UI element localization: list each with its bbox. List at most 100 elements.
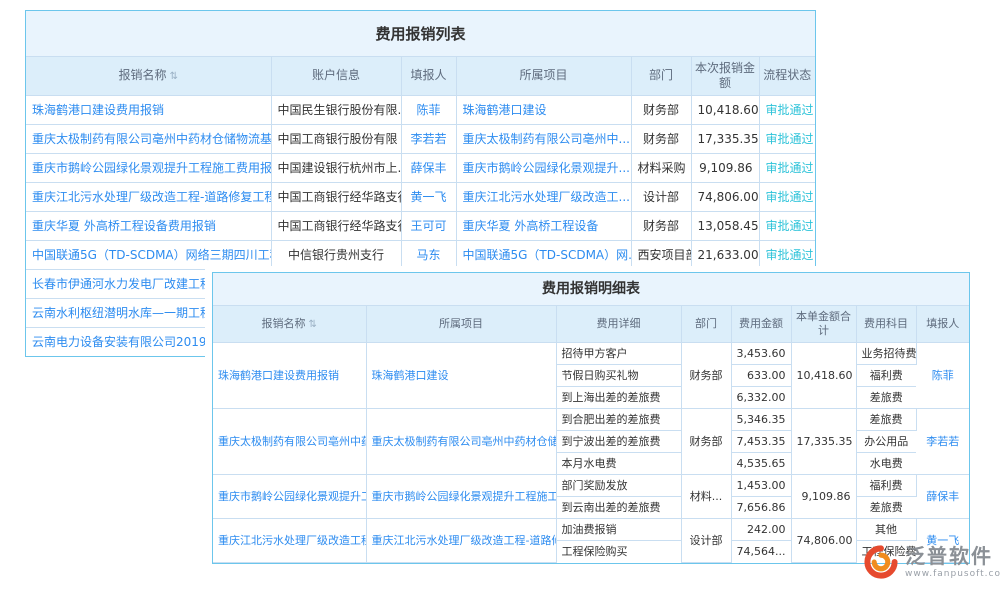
list-row: 重庆太极制药有限公司亳州中药材仓储物流基地项...中国工商银行股份有限李若若重庆… xyxy=(26,124,815,153)
list-cell-project[interactable]: 重庆江北污水处理厂级改造工... xyxy=(456,182,631,211)
list-cell-project[interactable]: 重庆华夏 外高桥工程设备 xyxy=(456,211,631,240)
detail-cell-amount: 74,564... xyxy=(731,540,791,562)
detail-column-header: 填报人 xyxy=(916,306,969,342)
list-column-label: 所属项目 xyxy=(519,68,567,82)
list-cell-dept: 财务部 xyxy=(631,95,691,124)
list-cell-amount: 9,109.86 xyxy=(691,153,759,182)
detail-cell-total: 17,335.35 xyxy=(791,408,856,474)
list-column-label: 本次报销金额 xyxy=(695,61,755,90)
detail-cell-subject: 差旅费 xyxy=(856,408,916,430)
list-cell-account: 中国工商银行经华路支行 xyxy=(271,211,401,240)
detail-cell-name[interactable]: 重庆太极制药有限公司亳州中药材 xyxy=(213,408,366,474)
logo-name: 泛普软件 xyxy=(905,545,1000,567)
detail-header-row: 报销名称⇅ 所属项目 费用详细 部门费用金额本单金额合计费用科目 填报人 xyxy=(213,306,969,342)
list-cell-filler[interactable]: 李若若 xyxy=(401,124,456,153)
detail-column-header: 费用科目 xyxy=(856,306,916,342)
detail-cell-amount: 1,453.00 xyxy=(731,474,791,496)
detail-cell-subject: 福利费 xyxy=(856,364,916,386)
list-cell-status[interactable]: 审批通过 xyxy=(759,240,815,269)
detail-cell-name[interactable]: 珠海鹤港口建设费用报销 xyxy=(213,342,366,408)
list-cell-amount: 10,418.60 xyxy=(691,95,759,124)
list-cell-account: 中国建设银行杭州市上... xyxy=(271,153,401,182)
detail-row: 重庆市鹅岭公园绿化景观提升工程重庆市鹅岭公园绿化景观提升工程施工部门奖励发放材料… xyxy=(213,474,969,496)
detail-cell-dept: 财务部 xyxy=(681,408,731,474)
detail-cell-project[interactable]: 重庆市鹅岭公园绿化景观提升工程施工 xyxy=(366,474,556,518)
list-cell-name[interactable]: 重庆江北污水处理厂级改造工程-道路修复工程费用... xyxy=(26,182,271,211)
list-cell-filler[interactable]: 王可可 xyxy=(401,211,456,240)
list-cell-status[interactable]: 审批通过 xyxy=(759,211,815,240)
list-cell-account: 中国工商银行经华路支行 xyxy=(271,182,401,211)
detail-cell-subject: 差旅费 xyxy=(856,496,916,518)
list-column-header: 账户信息 xyxy=(271,57,401,95)
list-cell-project[interactable]: 中国联通5G（TD-SCDMA）网... xyxy=(456,240,631,269)
detail-column-label: 填报人 xyxy=(926,317,959,330)
detail-cell-expense: 节假日购买礼物 xyxy=(556,364,681,386)
list-cell-dept: 材料采购 xyxy=(631,153,691,182)
list-column-header: 报销名称⇅ xyxy=(26,57,271,95)
detail-column-label: 报销名称 xyxy=(262,317,306,330)
detail-row: 重庆江北污水处理厂级改造工程-重庆江北污水处理厂级改造工程-道路修复工加油费报销… xyxy=(213,518,969,540)
detail-row: 重庆太极制药有限公司亳州中药材重庆太极制药有限公司亳州中药材仓储物流到合肥出差的… xyxy=(213,408,969,430)
list-cell-filler[interactable]: 马东 xyxy=(401,240,456,269)
detail-column-label: 费用金额 xyxy=(739,317,783,330)
list-cell-project[interactable]: 珠海鹤港口建设 xyxy=(456,95,631,124)
detail-cell-filler[interactable]: 李若若 xyxy=(916,408,969,474)
list-row: 珠海鹤港口建设费用报销中国民生银行股份有限...陈菲珠海鹤港口建设财务部10,4… xyxy=(26,95,815,124)
list-cell-status[interactable]: 审批通过 xyxy=(759,124,815,153)
list-cell-name[interactable]: 珠海鹤港口建设费用报销 xyxy=(26,95,271,124)
detail-column-label: 费用详细 xyxy=(597,317,641,330)
page: 费用报销列表 报销名称⇅账户信息填报人所属项目部门本次报销金额流程状态 珠海鹤港… xyxy=(0,0,1000,600)
list-cell-filler[interactable]: 薛保丰 xyxy=(401,153,456,182)
detail-cell-filler[interactable]: 陈菲 xyxy=(916,342,969,408)
list-row: 重庆江北污水处理厂级改造工程-道路修复工程费用...中国工商银行经华路支行黄一飞… xyxy=(26,182,815,211)
list-cell-project[interactable]: 重庆市鹅岭公园绿化景观提升... xyxy=(456,153,631,182)
list-cell-name[interactable]: 中国联通5G（TD-SCDMA）网络三期四川工程费... xyxy=(26,240,271,269)
list-column-label: 流程状态 xyxy=(763,68,811,82)
list-cell-status[interactable]: 审批通过 xyxy=(759,95,815,124)
list-cell-filler[interactable]: 陈菲 xyxy=(401,95,456,124)
list-cell-filler[interactable]: 黄一飞 xyxy=(401,182,456,211)
expense-detail-table: 报销名称⇅ 所属项目 费用详细 部门费用金额本单金额合计费用科目 填报人 珠海鹤港口建设… xyxy=(213,306,969,563)
list-cell-name[interactable]: 重庆太极制药有限公司亳州中药材仓储物流基地项... xyxy=(26,124,271,153)
detail-column-header: 本单金额合计 xyxy=(791,306,856,342)
expense-detail-panel: 费用报销明细表 报销名称⇅所属项目费用详细部门费用金额本单金额合计费用科目填报人… xyxy=(212,272,970,564)
detail-cell-dept: 材料... xyxy=(681,474,731,518)
list-column-header: 流程状态 xyxy=(759,57,815,95)
detail-cell-total: 10,418.60 xyxy=(791,342,856,408)
detail-cell-total: 74,806.00 xyxy=(791,518,856,562)
detail-cell-amount: 4,535.65 xyxy=(731,452,791,474)
sort-icon[interactable]: ⇅ xyxy=(170,71,178,82)
list-cell-status[interactable]: 审批通过 xyxy=(759,182,815,211)
detail-cell-expense: 到上海出差的差旅费 xyxy=(556,386,681,408)
list-cell-amount: 13,058.45 xyxy=(691,211,759,240)
detail-column-label: 费用科目 xyxy=(864,317,908,330)
list-header-row: 报销名称⇅账户信息填报人所属项目部门本次报销金额流程状态 xyxy=(26,57,815,95)
detail-cell-subject: 差旅费 xyxy=(856,386,916,408)
detail-cell-project[interactable]: 重庆太极制药有限公司亳州中药材仓储物流 xyxy=(366,408,556,474)
logo-url: www.fanpusoft.com xyxy=(905,569,1000,579)
detail-cell-name[interactable]: 重庆江北污水处理厂级改造工程- xyxy=(213,518,366,562)
detail-cell-name[interactable]: 重庆市鹅岭公园绿化景观提升工程 xyxy=(213,474,366,518)
detail-column-label: 所属项目 xyxy=(439,317,483,330)
detail-cell-expense: 加油费报销 xyxy=(556,518,681,540)
list-cell-status[interactable]: 审批通过 xyxy=(759,153,815,182)
list-column-header: 本次报销金额 xyxy=(691,57,759,95)
list-cell-name[interactable]: 重庆市鹅岭公园绿化景观提升工程施工费用报销 xyxy=(26,153,271,182)
detail-column-header: 部门 xyxy=(681,306,731,342)
detail-cell-expense: 到宁波出差的差旅费 xyxy=(556,430,681,452)
detail-cell-amount: 7,656.86 xyxy=(731,496,791,518)
list-cell-amount: 17,335.35 xyxy=(691,124,759,153)
list-cell-project[interactable]: 重庆太极制药有限公司亳州中... xyxy=(456,124,631,153)
detail-cell-project[interactable]: 珠海鹤港口建设 xyxy=(366,342,556,408)
detail-cell-dept: 财务部 xyxy=(681,342,731,408)
list-cell-dept: 西安项目部 xyxy=(631,240,691,269)
list-cell-name[interactable]: 重庆华夏 外高桥工程设备费用报销 xyxy=(26,211,271,240)
detail-column-header: 费用金额 xyxy=(731,306,791,342)
detail-cell-filler[interactable]: 薛保丰 xyxy=(916,474,969,518)
sort-icon[interactable]: ⇅ xyxy=(309,319,317,330)
detail-cell-amount: 7,453.35 xyxy=(731,430,791,452)
list-column-header: 所属项目 xyxy=(456,57,631,95)
detail-cell-project[interactable]: 重庆江北污水处理厂级改造工程-道路修复工 xyxy=(366,518,556,562)
list-column-label: 部门 xyxy=(649,68,673,82)
detail-cell-subject: 办公用品 xyxy=(856,430,916,452)
